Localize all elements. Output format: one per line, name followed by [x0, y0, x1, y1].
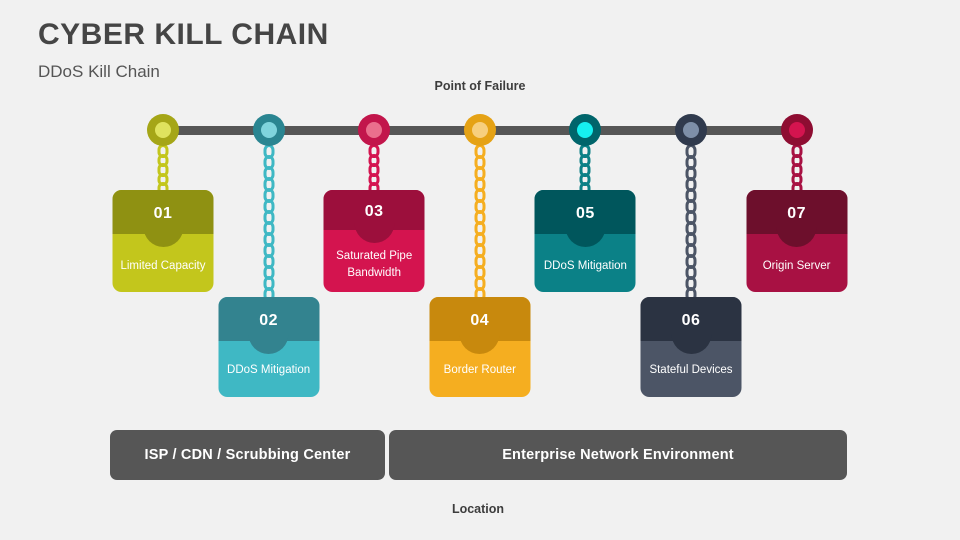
- step-label: Border Router: [443, 364, 516, 377]
- caption-location: Location: [451, 502, 505, 516]
- page-subtitle: DDoS Kill Chain: [38, 62, 160, 81]
- chain-link-02: [263, 144, 275, 303]
- chain-link-05: [579, 144, 591, 196]
- chain-link-06: [685, 144, 697, 303]
- timeline-node-01[interactable]: [147, 114, 179, 146]
- chain-link-03: [368, 144, 380, 196]
- step-card-01[interactable]: 01 Limited Capacity: [112, 190, 214, 292]
- step-number: 07: [787, 205, 806, 222]
- node-core-icon: [577, 122, 594, 138]
- caption-point-of-failure: Point of Failure: [434, 79, 526, 93]
- node-core-icon: [260, 122, 277, 138]
- chain-link-04: [474, 144, 486, 303]
- node-core-icon: [683, 122, 699, 138]
- step-label: DDoS Mitigation: [227, 364, 311, 377]
- node-core-icon: [366, 122, 383, 138]
- step-label: Stateful Devices: [649, 364, 733, 377]
- step-number: 02: [259, 312, 278, 329]
- step-number: 03: [364, 203, 384, 221]
- slide-canvas: CYBER KILL CHAIN DDoS Kill Chain Point o…: [0, 0, 960, 540]
- step-number: 05: [575, 205, 595, 222]
- step-card-number-band: 04: [429, 297, 531, 354]
- step-card-number-band: 03: [323, 190, 425, 244]
- node-core-icon: [155, 122, 171, 138]
- node-core-icon: [788, 122, 805, 138]
- chain-link-07: [791, 144, 803, 196]
- node-core-icon: [471, 122, 488, 138]
- step-card-number-band: 02: [218, 297, 320, 354]
- step-number: 04: [470, 312, 490, 329]
- step-label: Saturated Pipe Bandwidth: [336, 250, 413, 279]
- step-card-number-band: 01: [112, 190, 214, 247]
- step-label: Limited Capacity: [120, 260, 206, 273]
- timeline-node-04[interactable]: [463, 114, 496, 146]
- step-number: 01: [153, 205, 173, 222]
- step-card-number-band: 07: [746, 190, 848, 247]
- step-card-04[interactable]: 04 Border Router: [429, 297, 531, 397]
- step-card-number-band: 06: [640, 297, 742, 354]
- timeline-node-03[interactable]: [358, 114, 391, 146]
- step-card-06[interactable]: 06 Stateful Devices: [640, 297, 742, 397]
- step-card-07[interactable]: 07 Origin Server: [746, 190, 848, 292]
- timeline-node-05[interactable]: [569, 114, 602, 146]
- step-card-number-band: 05: [534, 190, 636, 247]
- timeline-node-02[interactable]: [252, 114, 285, 146]
- page-title: CYBER KILL CHAIN: [38, 18, 329, 51]
- step-card-03[interactable]: 03 Saturated Pipe Bandwidth: [323, 190, 425, 292]
- chain-link-01: [157, 144, 169, 196]
- step-number: 06: [681, 312, 701, 329]
- step-label: Origin Server: [762, 260, 831, 273]
- timeline-node-06[interactable]: [675, 114, 707, 146]
- step-card-05[interactable]: 05 DDoS Mitigation: [534, 190, 636, 292]
- location-bar-isp[interactable]: ISP / CDN / Scrubbing Center: [110, 430, 385, 480]
- timeline-node-07[interactable]: [780, 114, 813, 146]
- location-bar-enterprise[interactable]: Enterprise Network Environment: [389, 430, 847, 480]
- step-card-02[interactable]: 02 DDoS Mitigation: [218, 297, 320, 397]
- step-label: DDoS Mitigation: [543, 260, 627, 273]
